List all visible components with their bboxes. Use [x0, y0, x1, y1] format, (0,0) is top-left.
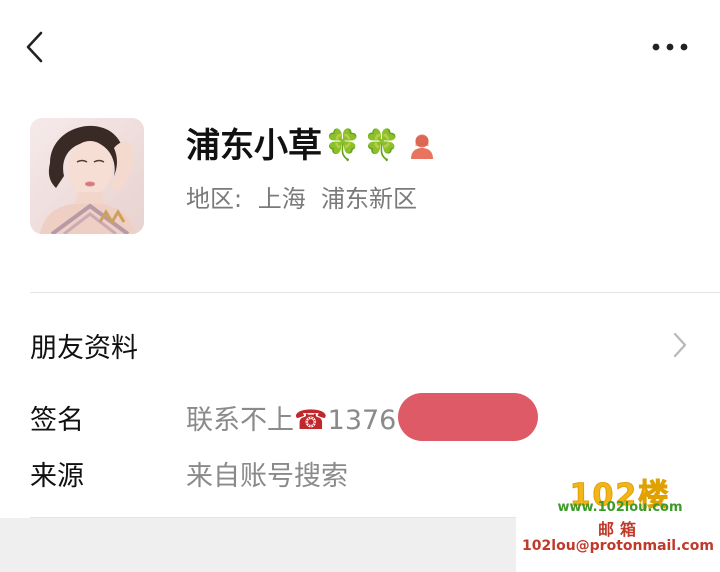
telephone-icon: ☎: [294, 405, 328, 436]
nickname: 浦东小草 🍀 🍀: [186, 124, 437, 168]
chevron-right-icon: [673, 332, 687, 358]
nickname-text: 浦东小草: [186, 126, 322, 166]
region: 地区: 上海 浦东新区: [186, 181, 417, 217]
friend-info-label: 朋友资料: [30, 333, 138, 364]
chevron-left-icon: [26, 31, 43, 63]
signature-text: 联系不上: [186, 405, 294, 436]
avatar[interactable]: [30, 118, 144, 234]
female-person-icon: [410, 134, 433, 159]
more-button[interactable]: [646, 34, 696, 60]
region-label: 地区:: [186, 185, 243, 213]
more-dots-icon: [652, 43, 688, 51]
signature-value: 联系不上☎1376: [186, 398, 396, 437]
watermark-site: www.102lou.com: [557, 500, 683, 515]
watermark-email: 102lou@protonmail.com: [522, 538, 714, 554]
source-label: 来源: [30, 461, 84, 492]
source-value: 来自账号搜索: [186, 461, 348, 492]
phone-number-visible: 1376: [327, 405, 397, 436]
redaction-mark: [398, 393, 538, 441]
back-button[interactable]: [22, 30, 50, 64]
region-value: 上海 浦东新区: [257, 185, 417, 213]
clover-emoji-2: 🍀: [363, 128, 401, 163]
signature-label: 签名: [30, 405, 84, 436]
friend-info-chevron[interactable]: [670, 330, 690, 360]
clover-emoji-1: 🍀: [324, 128, 362, 163]
divider: [30, 292, 720, 293]
watermark-mail-title: 邮箱: [597, 520, 642, 539]
profile-photo: [30, 118, 144, 234]
